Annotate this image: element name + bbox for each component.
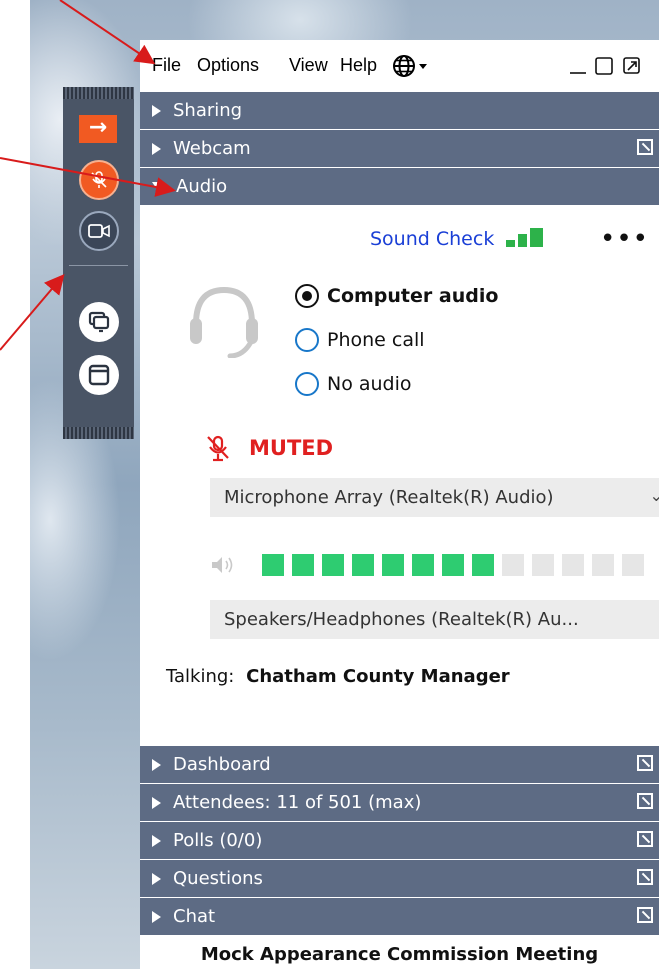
language-globe-icon[interactable] bbox=[392, 53, 432, 79]
no-audio-label: No audio bbox=[327, 373, 412, 395]
talking-indicator: Talking: Chatham County Manager bbox=[166, 666, 510, 687]
level-segment bbox=[292, 554, 314, 576]
signal-bar-icon bbox=[530, 228, 543, 247]
webcam-button[interactable] bbox=[79, 211, 119, 251]
level-segments bbox=[262, 554, 652, 576]
expand-arrow-icon[interactable]: → bbox=[79, 115, 117, 143]
speakers-value: Speakers/Headphones (Realtek(R) Au... bbox=[224, 609, 579, 630]
collapse-triangle-icon bbox=[152, 182, 164, 191]
dashboard-label: Dashboard bbox=[173, 754, 271, 775]
popout-icon[interactable] bbox=[637, 755, 653, 771]
speaker-icon bbox=[212, 557, 233, 573]
expand-triangle-icon bbox=[152, 910, 161, 923]
popout-icon[interactable] bbox=[637, 831, 653, 847]
camera-icon bbox=[88, 224, 110, 238]
level-segment bbox=[532, 554, 554, 576]
popout-icon[interactable] bbox=[622, 56, 642, 76]
chevron-down-icon: ⌄ bbox=[649, 486, 659, 505]
webinar-title: Mock Appearance Commission Meeting bbox=[200, 944, 599, 965]
menu-bar: File Options View Help bbox=[140, 40, 659, 92]
level-segment bbox=[352, 554, 374, 576]
toolbar-grip-top[interactable] bbox=[63, 87, 134, 99]
attendees-label: Attendees: 11 of 501 (max) bbox=[173, 792, 422, 813]
level-segment bbox=[592, 554, 614, 576]
mic-off-icon bbox=[91, 171, 107, 188]
menu-options[interactable]: Options bbox=[197, 55, 259, 76]
level-segment bbox=[262, 554, 284, 576]
expand-triangle-icon bbox=[152, 872, 161, 885]
expand-triangle-icon bbox=[152, 796, 161, 809]
window-icon bbox=[88, 364, 110, 386]
popout-icon[interactable] bbox=[637, 869, 653, 885]
menu-file[interactable]: File bbox=[152, 55, 181, 76]
speakers-select[interactable]: Speakers/Headphones (Realtek(R) Au... bbox=[210, 600, 659, 639]
radio-unselected[interactable] bbox=[295, 372, 319, 396]
computer-audio-option[interactable]: Computer audio bbox=[295, 284, 498, 308]
microphone-muted-button[interactable] bbox=[79, 160, 119, 200]
screen-share-button[interactable] bbox=[79, 302, 119, 342]
headset-icon bbox=[190, 286, 258, 358]
sharing-section-header[interactable]: Sharing bbox=[140, 92, 659, 129]
questions-section-header[interactable]: Questions bbox=[140, 860, 659, 897]
menu-help[interactable]: Help bbox=[340, 55, 377, 76]
signal-bar-icon bbox=[506, 240, 515, 247]
microphone-select[interactable]: Microphone Array (Realtek(R) Audio) ⌄ bbox=[210, 478, 659, 517]
phone-call-option[interactable]: Phone call bbox=[295, 328, 425, 352]
phone-call-label: Phone call bbox=[327, 329, 425, 351]
level-segment bbox=[502, 554, 524, 576]
polls-section-header[interactable]: Polls (0/0) bbox=[140, 822, 659, 859]
menu-view[interactable]: View bbox=[289, 55, 328, 76]
popout-icon[interactable] bbox=[637, 907, 653, 923]
mic-muted-icon bbox=[207, 435, 229, 462]
level-segment bbox=[412, 554, 434, 576]
sound-check-link[interactable]: Sound Check bbox=[370, 228, 494, 250]
questions-label: Questions bbox=[173, 868, 263, 889]
level-segment bbox=[322, 554, 344, 576]
page-edge bbox=[0, 0, 30, 969]
no-audio-option[interactable]: No audio bbox=[295, 372, 412, 396]
audio-label: Audio bbox=[176, 176, 228, 197]
screens-icon bbox=[88, 311, 110, 333]
expand-triangle-icon bbox=[152, 142, 161, 155]
radio-selected[interactable] bbox=[295, 284, 319, 308]
maximize-icon[interactable] bbox=[594, 56, 614, 76]
minimize-icon[interactable] bbox=[568, 56, 588, 76]
level-segment bbox=[622, 554, 644, 576]
sharing-label: Sharing bbox=[173, 100, 243, 121]
expand-triangle-icon bbox=[152, 834, 161, 847]
control-panel-button[interactable] bbox=[79, 355, 119, 395]
talking-name: Chatham County Manager bbox=[246, 666, 510, 687]
microphone-value: Microphone Array (Realtek(R) Audio) bbox=[224, 487, 554, 508]
audio-panel: Sound Check ••• Computer audio Phone cal… bbox=[140, 206, 659, 744]
signal-bar-icon bbox=[518, 234, 527, 247]
control-panel: File Options View Help Sharing Webcam Au… bbox=[140, 40, 659, 969]
popout-icon[interactable] bbox=[637, 793, 653, 809]
radio-unselected[interactable] bbox=[295, 328, 319, 352]
attendees-section-header[interactable]: Attendees: 11 of 501 (max) bbox=[140, 784, 659, 821]
toolbar-grip-bottom[interactable] bbox=[63, 427, 134, 439]
audio-section-header[interactable]: Audio bbox=[140, 168, 659, 205]
mute-toggle[interactable]: MUTED bbox=[205, 434, 333, 462]
muted-label: MUTED bbox=[249, 436, 334, 460]
talking-label: Talking: bbox=[166, 666, 235, 687]
chat-section-header[interactable]: Chat bbox=[140, 898, 659, 935]
level-segment bbox=[382, 554, 404, 576]
webcam-label: Webcam bbox=[173, 138, 251, 159]
floating-toolbar: → bbox=[63, 87, 134, 439]
level-segment bbox=[562, 554, 584, 576]
more-options-button[interactable]: ••• bbox=[600, 224, 649, 254]
expand-triangle-icon bbox=[152, 104, 161, 117]
expand-triangle-icon bbox=[152, 758, 161, 771]
polls-label: Polls (0/0) bbox=[173, 830, 263, 851]
dashboard-section-header[interactable]: Dashboard bbox=[140, 746, 659, 783]
computer-audio-label: Computer audio bbox=[327, 285, 499, 307]
speaker-level-meter bbox=[210, 554, 652, 576]
toolbar-divider bbox=[69, 265, 128, 266]
webcam-section-header[interactable]: Webcam bbox=[140, 130, 659, 167]
popout-icon[interactable] bbox=[637, 139, 653, 155]
level-segment bbox=[442, 554, 464, 576]
chat-label: Chat bbox=[173, 906, 216, 927]
level-segment bbox=[472, 554, 494, 576]
